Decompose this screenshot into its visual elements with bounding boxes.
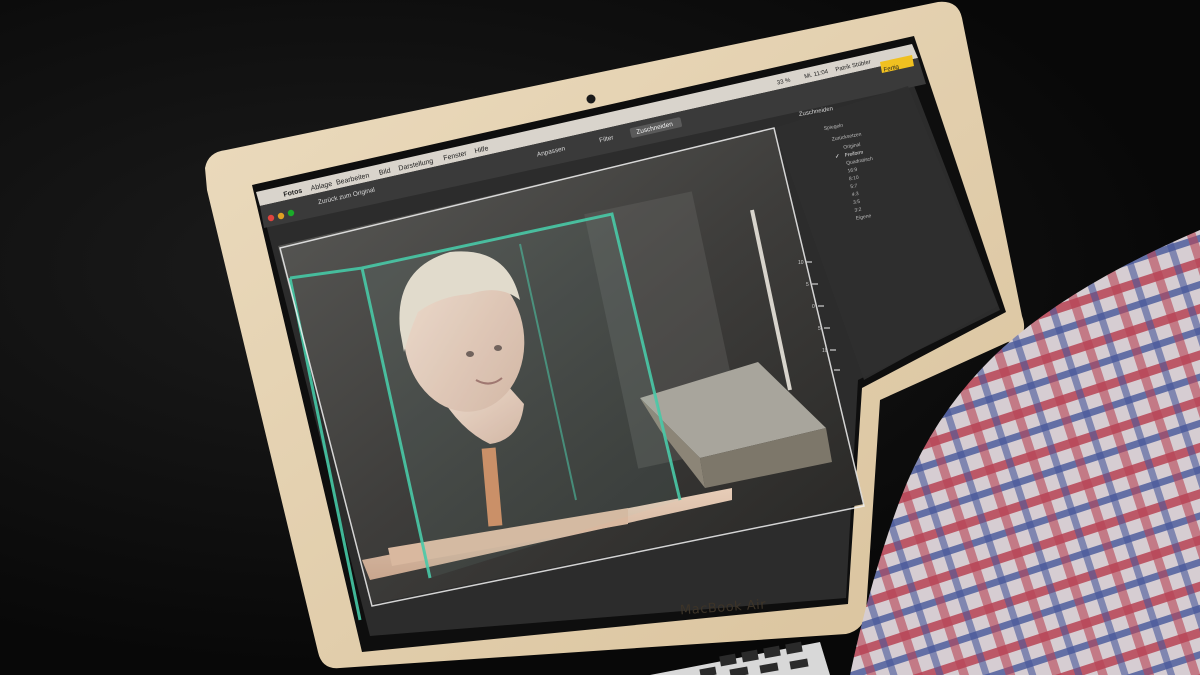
dial-label-10-top: 10 (798, 260, 804, 266)
minimize-window-icon[interactable] (277, 212, 285, 220)
dial-label-5-top: 5 (806, 282, 809, 288)
dial-label-5-bottom: 5 (818, 326, 821, 332)
close-window-icon[interactable] (267, 214, 275, 222)
aspect-3-2[interactable]: 3:2 (854, 207, 862, 214)
aspect-4-3[interactable]: 4:3 (851, 191, 859, 198)
dial-label-0: 0 (812, 304, 815, 310)
zoom-window-icon[interactable] (287, 209, 295, 217)
dial-label-10-bottom: 10 (822, 348, 828, 354)
scene: Fotos Ablage Bearbeiten Bild Darstellung… (205, 1, 1200, 675)
webcam (586, 94, 596, 104)
check-icon: ✓ (835, 154, 841, 161)
aspect-3-5[interactable]: 3:5 (853, 199, 861, 206)
aspect-5-7[interactable]: 5:7 (850, 183, 858, 190)
